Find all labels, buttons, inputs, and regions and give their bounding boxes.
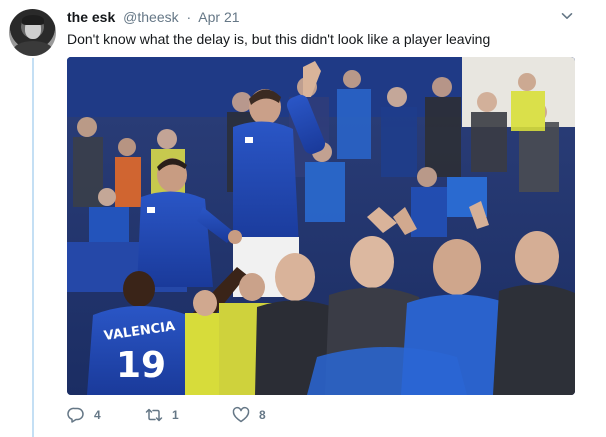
author-avatar[interactable]: [9, 9, 56, 56]
avatar-shoulders: [13, 41, 53, 56]
tweet[interactable]: the esk @theesk · Apr 21 Don't know what…: [0, 0, 606, 437]
reply-button[interactable]: 4: [67, 406, 145, 424]
reply-count: 4: [94, 408, 101, 422]
football-celebration-photo: VALENCIA 19: [67, 57, 575, 395]
tweet-photo[interactable]: VALENCIA 19: [67, 57, 575, 395]
header-separator: ·: [186, 9, 192, 25]
tweet-date[interactable]: Apr 21: [198, 9, 239, 25]
thread-line: [32, 58, 34, 437]
shirt-number: 19: [116, 345, 166, 386]
tweet-header: the esk @theesk · Apr 21: [67, 8, 240, 26]
retweet-count: 1: [172, 408, 179, 422]
heart-icon: [232, 406, 250, 423]
retweet-arrows-icon: [145, 408, 163, 422]
author-handle[interactable]: @theesk: [123, 9, 178, 25]
author-name[interactable]: the esk: [67, 9, 115, 25]
avatar-hair: [22, 15, 44, 25]
retweet-button[interactable]: 1: [145, 406, 232, 424]
chevron-down-icon[interactable]: [561, 10, 573, 22]
reply-bubble-icon: [67, 407, 84, 423]
like-button[interactable]: 8: [232, 406, 292, 424]
like-count: 8: [259, 408, 266, 422]
tweet-text: Don't know what the delay is, but this d…: [67, 31, 491, 47]
tweet-actions: 4 1 8: [67, 405, 292, 425]
